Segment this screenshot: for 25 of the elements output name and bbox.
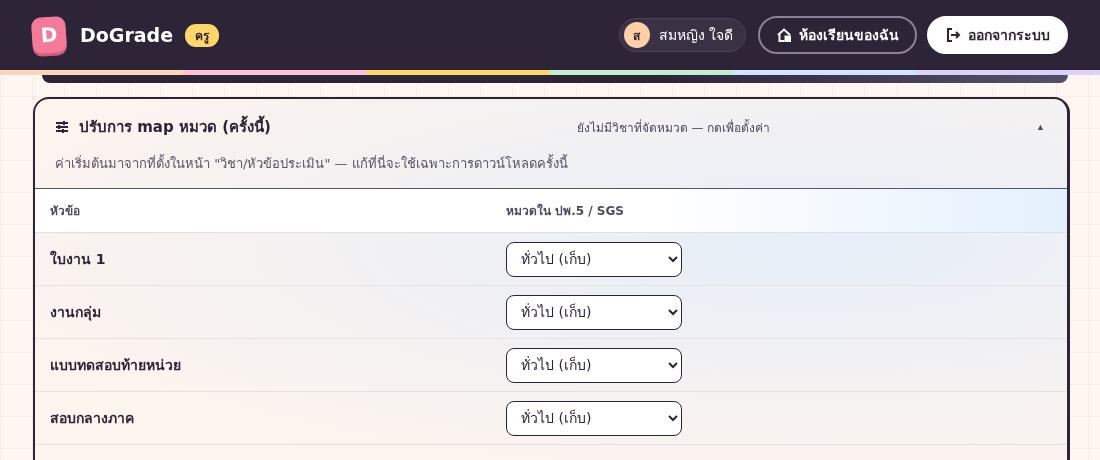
category-select[interactable]: ทั่วไป (เก็บ) — [506, 347, 682, 383]
logout-button[interactable]: ออกจากระบบ — [927, 16, 1068, 54]
panel-title: ปรับการ map หมวด (ครั้งนี้) — [79, 115, 271, 139]
category-select[interactable]: ทั่วไป (เก็บ) — [506, 294, 682, 330]
user-name: สมหญิง ใจดี — [658, 26, 733, 45]
sliders-icon — [55, 120, 69, 134]
column-header: หมวดใน ปพ.5 / SGS — [491, 188, 1067, 233]
panel-description: ค่าเริ่มต้นมาจากที่ตั้งในหน้า "วิชา/หัวข้อประเมิน" — แก้ที่นี่จะใช้เฉพาะการดาวน์โหลดครั้งนี้ — [54, 153, 569, 173]
user-chip[interactable]: ส สมหญิง ใจดี — [618, 18, 746, 52]
category-select[interactable]: ทั่วไป (เก็บ) — [506, 400, 682, 436]
user-avatar: ส — [623, 22, 650, 48]
column-header: หัวข้อ — [35, 188, 491, 233]
category-select[interactable]: ทั่วไป (เก็บ) — [506, 241, 682, 277]
panel-status: ยังไม่มีวิชาที่จัดหมวด — กดเพื่อตั้งค่า — [575, 118, 771, 137]
topic-name: ใบงาน 1 — [50, 251, 106, 267]
app-logo: D — [30, 15, 68, 55]
role-badge: ครู — [185, 23, 220, 47]
app-name: DoGrade — [80, 24, 174, 46]
logout-icon — [945, 27, 961, 43]
house-icon — [776, 27, 792, 43]
topic-name: แบบทดสอบท้ายหน่วย — [50, 357, 181, 373]
my-classroom-button[interactable]: ห้องเรียนของฉัน — [758, 16, 917, 54]
topic-name: งานกลุ่ม — [50, 304, 101, 320]
collapse-toggle[interactable]: ▲ — [1036, 122, 1045, 132]
topic-name: สอบกลางภาค — [50, 410, 134, 426]
